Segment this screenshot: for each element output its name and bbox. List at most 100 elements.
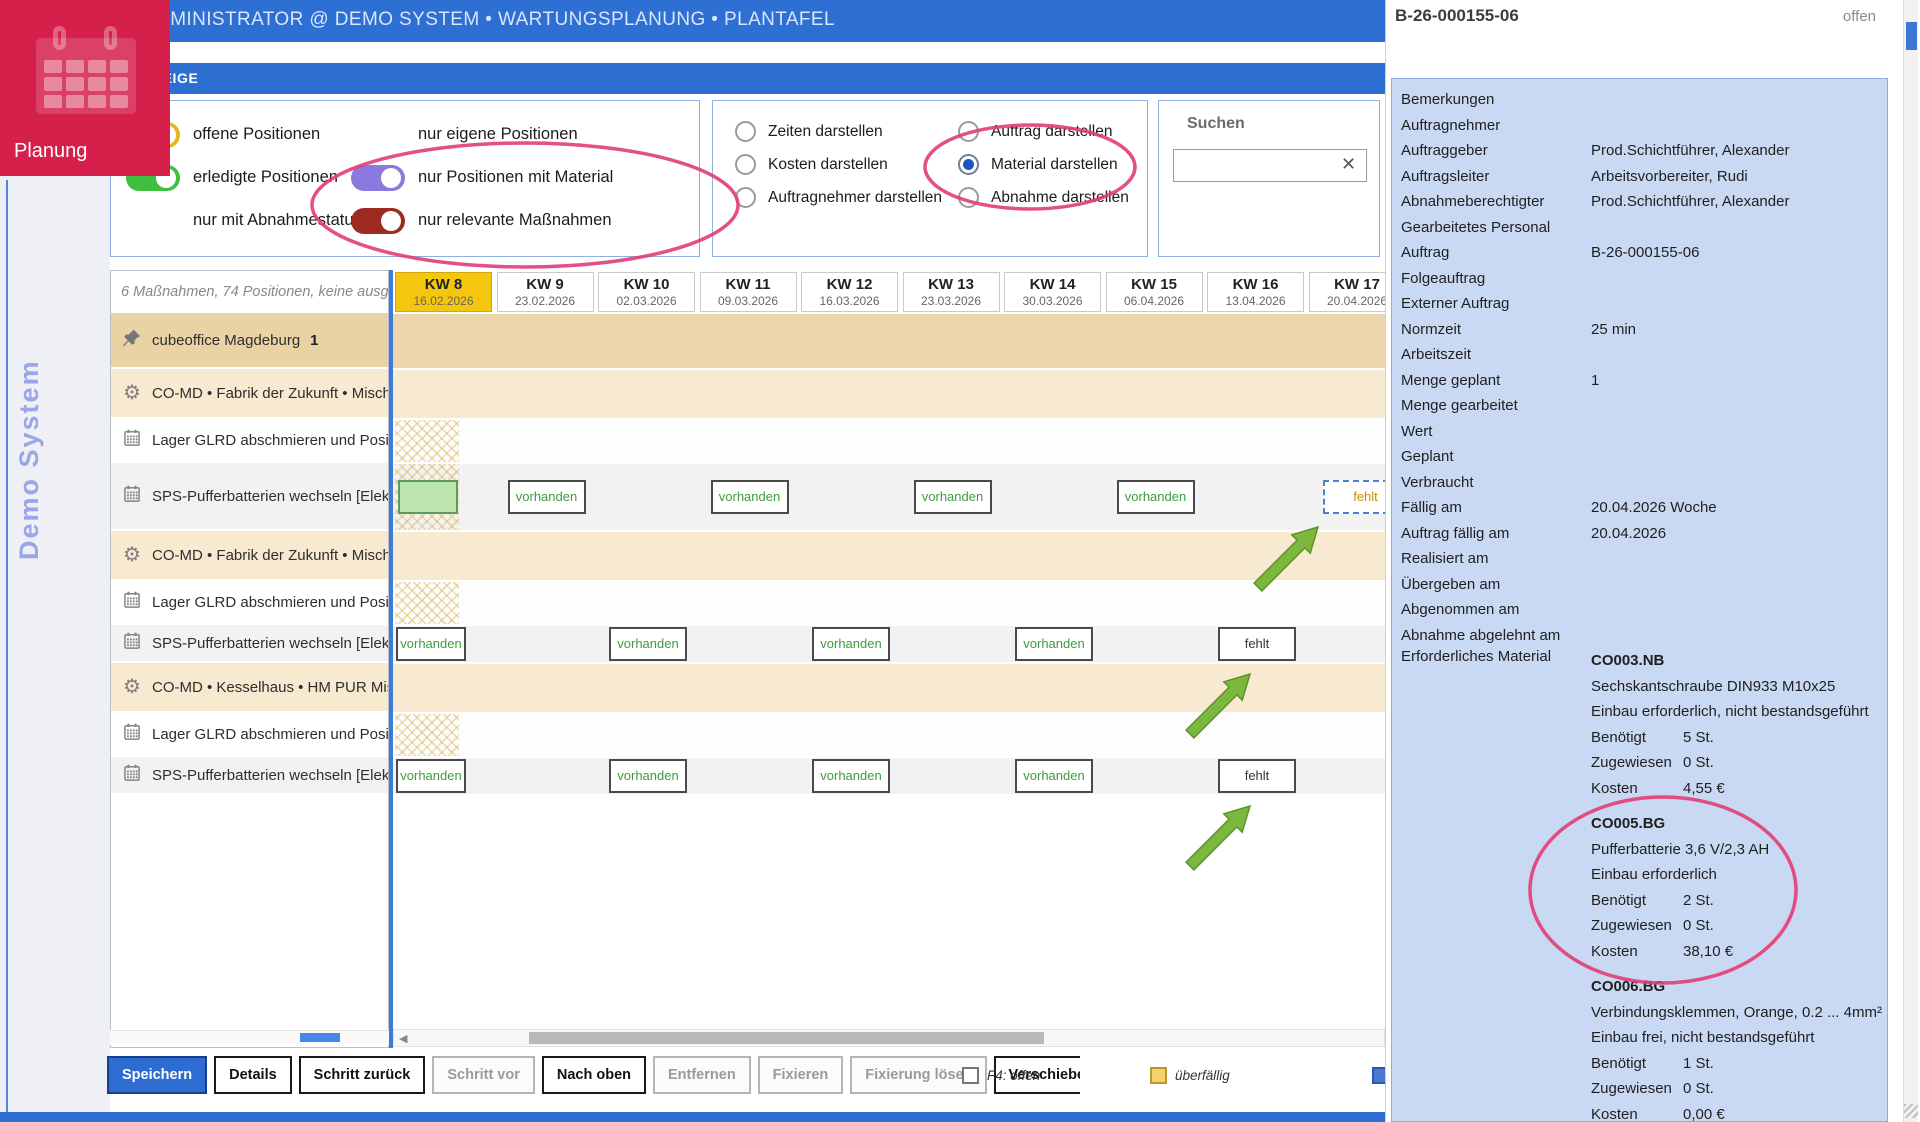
plan-row[interactable]: Lager GLRD abschmieren und Position ü xyxy=(111,713,388,755)
material-cell-ok[interactable]: vorhanden xyxy=(609,627,687,661)
plan-row[interactable]: ⚙ CO-MD • Kesselhaus • HM PUR Mischer xyxy=(111,663,388,711)
timeline-row[interactable] xyxy=(393,714,1385,756)
list-horizontal-scrollbar[interactable] xyxy=(110,1030,389,1045)
plan-row[interactable]: cubeoffice Magdeburg 1 xyxy=(111,313,388,367)
material-cell-ok[interactable]: vorhanden xyxy=(1015,759,1093,793)
due-date-cell[interactable]: fehlt xyxy=(1322,480,1385,514)
week-header[interactable]: KW 12 16.03.2026 xyxy=(801,272,898,312)
material-cell-ok[interactable]: vorhanden xyxy=(812,627,890,661)
timeline-horizontal-scrollbar[interactable]: ◀ xyxy=(393,1029,1385,1047)
material-cell-ok[interactable]: vorhanden xyxy=(1116,480,1195,514)
scroll-left-icon[interactable]: ◀ xyxy=(399,1032,407,1045)
timeline-row[interactable] xyxy=(393,370,1385,418)
legend-swatch[interactable] xyxy=(1150,1066,1167,1084)
plan-row[interactable]: ⚙ CO-MD • Fabrik der Zukunft • Mischer F xyxy=(111,369,388,417)
material-cell-ok[interactable]: vorhanden xyxy=(812,759,890,793)
toolbar-button[interactable]: Schritt vor xyxy=(432,1056,535,1094)
material-cell-ok[interactable]: vorhanden xyxy=(1015,627,1093,661)
legend-swatch[interactable] xyxy=(962,1066,979,1084)
radio-icon[interactable] xyxy=(735,121,756,142)
timeline-row[interactable] xyxy=(393,420,1385,462)
radio-icon[interactable] xyxy=(735,154,756,175)
detail-label: Auftrag fällig am xyxy=(1401,524,1510,542)
radio-icon[interactable] xyxy=(735,187,756,208)
toggle-switch[interactable] xyxy=(351,207,405,234)
week-header[interactable]: KW 9 23.02.2026 xyxy=(496,272,594,312)
toggle-label: erledigte Positionen xyxy=(193,168,338,186)
plan-row[interactable]: Lager GLRD abschmieren und Position ü xyxy=(111,581,388,623)
timeline-row[interactable] xyxy=(393,314,1385,368)
timeline-row[interactable] xyxy=(393,532,1385,580)
toolbar-button[interactable]: Speichern xyxy=(107,1056,208,1094)
plan-row-label: cubeoffice Magdeburg xyxy=(152,331,301,349)
timeline-bands: vorhanden vorhanden vorhanden vorhanden fehl… xyxy=(393,314,1385,796)
toolbar-button[interactable]: Entfernen xyxy=(653,1056,751,1094)
week-header[interactable]: KW 15 06.04.2026 xyxy=(1105,272,1203,312)
toolbar-button[interactable]: Schritt zurück xyxy=(298,1056,426,1094)
material-cell-selected[interactable] xyxy=(398,480,458,514)
plan-row[interactable]: ⚙ CO-MD • Fabrik der Zukunft • Mischer xyxy=(111,531,388,579)
filter-row: nur mit Abnahmestatus xyxy=(126,199,362,242)
material-cell-ok[interactable]: vorhanden xyxy=(396,759,466,793)
timeline-row[interactable]: vorhanden vorhanden vorhanden vorhanden fehl… xyxy=(393,626,1385,662)
plan-row[interactable]: SPS-Pufferbatterien wechseln [Elektrik] xyxy=(111,463,388,529)
material-cell-ok[interactable]: vorhanden xyxy=(396,627,466,661)
radio-option[interactable]: Abnahme darstellen xyxy=(958,181,1129,214)
resize-grip[interactable] xyxy=(1904,1104,1918,1118)
radio-icon[interactable] xyxy=(958,154,979,175)
panel-splitter[interactable] xyxy=(389,270,393,1048)
detail-row: Normzeit 25 min xyxy=(1401,317,1887,343)
timeline-row[interactable] xyxy=(393,664,1385,712)
material-cell-missing[interactable]: fehlt xyxy=(1218,759,1296,793)
week-header[interactable]: KW 10 02.03.2026 xyxy=(598,272,695,312)
toggle-switch[interactable] xyxy=(351,164,405,191)
material-cell-ok[interactable]: vorhanden xyxy=(913,480,992,514)
detail-scroll-thumb[interactable] xyxy=(1906,22,1917,50)
timeline-scroll-thumb[interactable] xyxy=(529,1032,1044,1044)
search-panel: Suchen ✕ xyxy=(1158,100,1380,257)
week-header[interactable]: KW 8 16.02.2026 xyxy=(395,272,492,312)
timeline-row[interactable]: vorhanden vorhanden vorhanden vorhanden fehl… xyxy=(393,464,1385,530)
plan-row[interactable]: SPS-Pufferbatterien wechseln [Elektrik] xyxy=(111,625,388,661)
week-header[interactable]: KW 11 09.03.2026 xyxy=(699,272,797,312)
radio-icon[interactable] xyxy=(958,121,979,142)
material-spec-row: Kosten 4,55 € xyxy=(1591,776,1887,802)
detail-label: Abnahmeberechtigter xyxy=(1401,193,1545,210)
timeline-row[interactable]: vorhanden vorhanden vorhanden vorhanden fehl… xyxy=(393,758,1385,794)
week-header[interactable]: KW 17 20.04.2026 xyxy=(1308,272,1385,312)
clear-search-icon[interactable]: ✕ xyxy=(1341,154,1356,175)
material-cell-missing[interactable]: fehlt xyxy=(1218,627,1296,661)
radio-icon[interactable] xyxy=(958,187,979,208)
spec-label: Kosten xyxy=(1591,1105,1638,1122)
radio-option[interactable]: Kosten darstellen xyxy=(735,148,942,181)
toolbar-button[interactable]: Details xyxy=(214,1056,292,1094)
search-input[interactable] xyxy=(1173,149,1367,182)
filter-panel: offene Positionen erledigte Positionen n… xyxy=(110,100,700,257)
detail-vertical-scrollbar[interactable] xyxy=(1903,0,1918,1122)
week-date: 23.03.2026 xyxy=(920,294,982,308)
toggle-switch[interactable] xyxy=(351,122,405,148)
plan-row[interactable]: SPS-Pufferbatterien wechseln [Elektrik] xyxy=(111,757,388,793)
radio-option[interactable]: Material darstellen xyxy=(958,148,1129,181)
radio-option[interactable]: Auftragnehmer darstellen xyxy=(735,181,942,214)
list-scroll-thumb[interactable] xyxy=(300,1033,340,1042)
material-cell-ok[interactable]: vorhanden xyxy=(507,480,586,514)
planung-tile[interactable]: Planung xyxy=(0,0,170,176)
week-header[interactable]: KW 14 30.03.2026 xyxy=(1004,272,1101,312)
toolbar-button[interactable]: Nach oben xyxy=(541,1056,646,1094)
material-line: Einbau erforderlich, nicht bestandsgefüh… xyxy=(1591,703,1869,720)
detail-value xyxy=(1591,572,1887,598)
material-cell-ok[interactable]: vorhanden xyxy=(710,480,789,514)
week-header[interactable]: KW 16 13.04.2026 xyxy=(1207,272,1304,312)
toolbar-button[interactable]: Fixieren xyxy=(757,1056,844,1094)
material-cell-ok[interactable]: vorhanden xyxy=(609,759,687,793)
material-cells xyxy=(393,532,1385,580)
radio-option[interactable]: Zeiten darstellen xyxy=(735,115,942,148)
week-date: 20.04.2026 xyxy=(1326,294,1385,308)
timeline-row[interactable] xyxy=(393,582,1385,624)
plan-row[interactable]: Lager GLRD abschmieren und Position ü xyxy=(111,419,388,461)
toggle-switch[interactable] xyxy=(126,208,180,234)
radio-option[interactable]: Auftrag darstellen xyxy=(958,115,1129,148)
week-header[interactable]: KW 13 23.03.2026 xyxy=(902,272,1000,312)
measure-list-panel: 6 Maßnahmen, 74 Positionen, keine ausgew… xyxy=(110,270,389,1048)
